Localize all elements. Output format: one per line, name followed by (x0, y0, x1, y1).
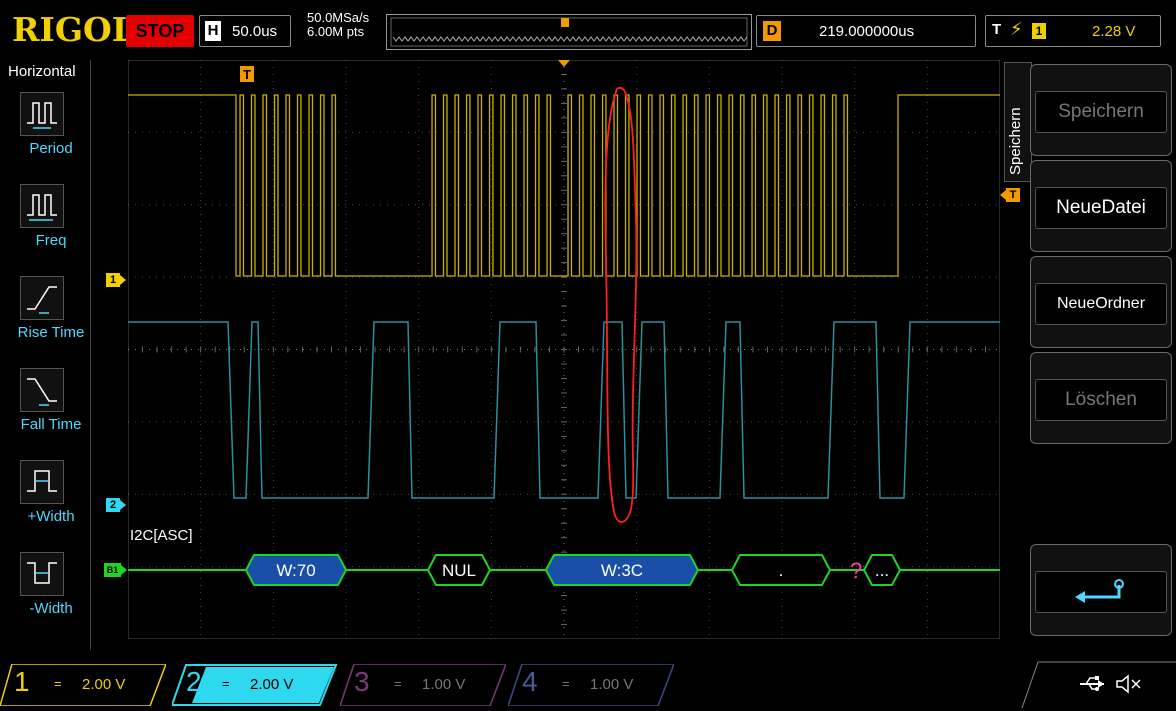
trigger-level-value: 2.28 V (1092, 23, 1136, 40)
trigger-point-letter: T (243, 67, 251, 82)
channel-3-number: 3 (354, 666, 370, 697)
neue-datei-label: NeueDatei (1035, 187, 1167, 229)
bus-b1-label: B1 (106, 565, 119, 575)
channel-2-marker-label: 2 (109, 499, 117, 511)
waveform-canvas: T W:70 NUL W:3C....? (128, 60, 1000, 639)
return-icon (1035, 571, 1167, 613)
channel-4-number: 4 (522, 666, 538, 697)
run-stop-status-badge[interactable]: STOP (126, 15, 194, 47)
channel-1-scale: 2.00 V (82, 676, 126, 693)
decode-protocol-label: I2C[ASC] (130, 527, 193, 544)
channel-1-offset-marker[interactable]: 1 (106, 272, 128, 288)
waveform-display[interactable]: T W:70 NUL W:3C....? 1 2 B1 T I2C[ASC] (104, 60, 1020, 639)
channel-3-status[interactable]: 3 = 1.00 V (340, 664, 506, 706)
decode-error-marker: ? (850, 558, 862, 583)
negative-width-icon (20, 552, 64, 596)
speichern-label: Speichern (1035, 91, 1167, 133)
channel-1-waveform (128, 94, 1000, 277)
timebase-value: 50.0us (232, 23, 278, 40)
neue-datei-button[interactable]: NeueDatei (1030, 160, 1172, 252)
neue-ordner-button[interactable]: NeueOrdner (1030, 256, 1172, 348)
loeschen-label: Löschen (1035, 379, 1167, 421)
channel-3-coupling-icon: = (394, 676, 402, 691)
trigger-point-marker: T (240, 66, 254, 82)
fall-time-label: Fall Time (20, 416, 82, 433)
trigger-indicator[interactable]: T ⚡ 1 2.28 V (985, 15, 1161, 47)
channel-1-status[interactable]: 1 = 2.00 V (0, 664, 166, 706)
period-label: Period (29, 140, 73, 157)
save-menu: Speichern Speichern NeueDatei NeueOrdner… (1004, 60, 1176, 650)
rigol-logo: RIGOL (12, 10, 135, 49)
trigger-position-marker (561, 18, 569, 27)
memory-overview-bar[interactable] (386, 14, 752, 50)
rise-time-icon (20, 276, 64, 320)
measure-rise-time-item[interactable]: Rise Time (6, 270, 90, 362)
measurement-menu: Horizontal Period Freq Rise Time Fall Ti… (6, 60, 91, 650)
period-icon (20, 92, 64, 136)
positive-width-icon (20, 460, 64, 504)
measure-positive-width-item[interactable]: +Width (6, 454, 90, 546)
positive-width-label: +Width (27, 508, 75, 525)
measure-negative-width-item[interactable]: -Width (6, 546, 90, 638)
neue-ordner-label: NeueOrdner (1035, 283, 1167, 325)
trigger-time-marker (558, 60, 570, 67)
decode-frame-w70-label: W:70 (276, 561, 315, 580)
fall-time-icon (20, 368, 64, 412)
channel-4-status[interactable]: 4 = 1.00 V (508, 664, 674, 706)
red-annotation-circle (604, 86, 638, 523)
bus-b1-marker[interactable]: B1 (104, 562, 128, 578)
channel-1-coupling-icon: = (54, 676, 62, 691)
decode-frame-ellipsis-label: ... (875, 561, 889, 580)
rising-edge-icon: ⚡ (1010, 19, 1023, 39)
decode-frame-nul-label: NUL (442, 561, 476, 580)
channel-4-coupling-icon: = (562, 676, 570, 691)
delay-label: D (763, 21, 781, 41)
negative-width-label: -Width (29, 600, 73, 617)
speichern-button[interactable]: Speichern (1030, 64, 1172, 156)
usb-icon (1078, 672, 1108, 696)
rise-time-label: Rise Time (17, 324, 85, 341)
channel-3-scale: 1.00 V (422, 676, 466, 693)
channel-2-offset-marker[interactable]: 2 (106, 497, 128, 513)
measure-frequency-item[interactable]: Freq (6, 178, 90, 270)
channel-4-scale: 1.00 V (590, 676, 634, 693)
measurement-category-title[interactable]: Horizontal (8, 63, 76, 80)
frequency-label: Freq (35, 232, 67, 249)
delay-value: 219.000000us (819, 23, 915, 40)
decode-frame-w3c-label: W:3C (601, 561, 643, 580)
trigger-source-badge: 1 (1032, 23, 1046, 39)
horizontal-timebase-indicator[interactable]: H 50.0us (199, 15, 291, 47)
horizontal-label: H (205, 21, 221, 41)
acquisition-info: 50.0MSa/s 6.00M pts (307, 11, 369, 39)
sample-rate: 50.0MSa/s (307, 10, 370, 25)
measure-period-item[interactable]: Period (6, 86, 90, 178)
channel-status-bar: 1 = 2.00 V 2 = 2.00 V 3 = 1.00 V 4 = 1.0… (0, 660, 1176, 711)
top-status-bar: RIGOL STOP H 50.0us 50.0MSa/s 6.00M pts … (0, 0, 1176, 60)
trigger-label: T (992, 21, 1002, 38)
measure-fall-time-item[interactable]: Fall Time (6, 362, 90, 454)
loeschen-button[interactable]: Löschen (1030, 352, 1172, 444)
return-button[interactable] (1030, 544, 1172, 636)
memory-depth: 6.00M pts (307, 24, 365, 39)
channel-2-number: 2 (186, 666, 202, 697)
frequency-icon (20, 184, 64, 228)
channel-2-scale: 2.00 V (250, 676, 294, 693)
save-menu-tab[interactable]: Speichern (1004, 62, 1032, 182)
channel-1-marker-label: 1 (109, 274, 117, 286)
channel-1-number: 1 (14, 666, 30, 697)
channel-2-status[interactable]: 2 = 2.00 V (172, 664, 338, 706)
save-menu-title: Speichern (1007, 107, 1024, 175)
memory-waveform-preview (390, 17, 748, 47)
delay-indicator[interactable]: D 219.000000us (756, 15, 976, 47)
speaker-muted-icon[interactable] (1114, 672, 1144, 696)
channel-2-coupling-icon: = (222, 676, 230, 691)
decode-frame-dot-label: . (779, 561, 784, 580)
